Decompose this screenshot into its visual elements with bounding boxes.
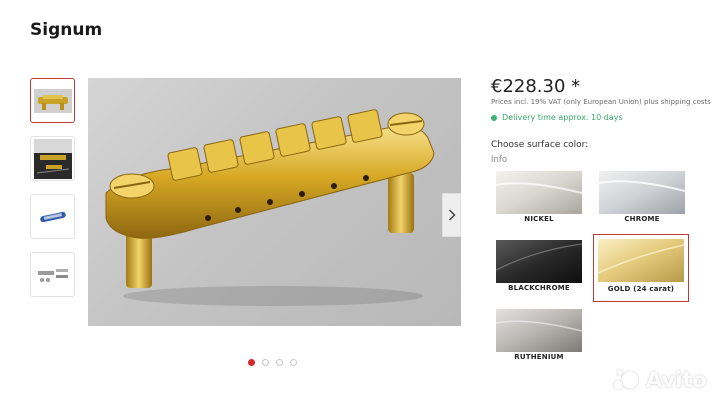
thumbnail-image [33, 88, 72, 113]
main-product-image[interactable] [88, 78, 461, 326]
pagination-dot[interactable] [276, 359, 283, 366]
thumbnail-bridge-blue[interactable] [30, 194, 75, 239]
gallery-pagination [248, 359, 297, 366]
color-option-gold[interactable]: GOLD (24 carat) [593, 234, 689, 302]
color-option-blackchrome[interactable]: BLACKCHROME [491, 235, 587, 303]
color-option-ruthenium[interactable]: RUTHENIUM [491, 304, 587, 372]
color-option-label: NICKEL [524, 215, 554, 223]
thumbnail-bridge-guitar[interactable] [30, 136, 75, 181]
color-option-label: CHROME [624, 215, 660, 223]
blackchrome-swatch-image [496, 240, 582, 283]
delivery-status: Delivery time approx. 10 days [491, 113, 623, 122]
thumbnail-bridge-gold[interactable] [30, 78, 75, 123]
thumbnail-image [33, 204, 72, 229]
next-image-button[interactable] [442, 193, 461, 237]
avito-watermark: Avito [612, 367, 707, 393]
nickel-swatch-image [496, 171, 582, 214]
pagination-dot[interactable] [290, 359, 297, 366]
gold-swatch-image [598, 239, 684, 282]
status-dot-icon [491, 114, 497, 121]
color-option-label: BLACKCHROME [508, 284, 570, 292]
pagination-dot[interactable] [262, 359, 269, 366]
bridge-illustration [105, 109, 435, 306]
pagination-dot[interactable] [248, 359, 255, 366]
chevron-right-icon [448, 209, 456, 221]
color-option-chrome[interactable]: CHROME [594, 166, 690, 234]
color-option-nickel[interactable]: NICKEL [491, 166, 587, 234]
vat-note: Prices incl. 19% VAT (only European Unio… [491, 98, 711, 106]
color-option-label: RUTHENIUM [514, 353, 564, 361]
color-option-label: GOLD (24 carat) [607, 285, 675, 293]
avito-logo-icon [612, 369, 640, 391]
ruthenium-swatch-image [496, 309, 582, 352]
thumbnail-bridge-parts[interactable] [30, 252, 75, 297]
delivery-text: Delivery time approx. 10 days [502, 113, 623, 122]
chrome-swatch-image [599, 171, 685, 214]
page-title: Signum [30, 20, 103, 40]
avito-logo-text: Avito [646, 368, 707, 392]
thumbnail-image [33, 138, 72, 179]
thumbnail-image [33, 262, 72, 287]
surface-color-heading: Choose surface color: [491, 140, 589, 150]
info-link[interactable]: Info [491, 155, 507, 165]
product-price: €228.30 * [491, 76, 581, 97]
